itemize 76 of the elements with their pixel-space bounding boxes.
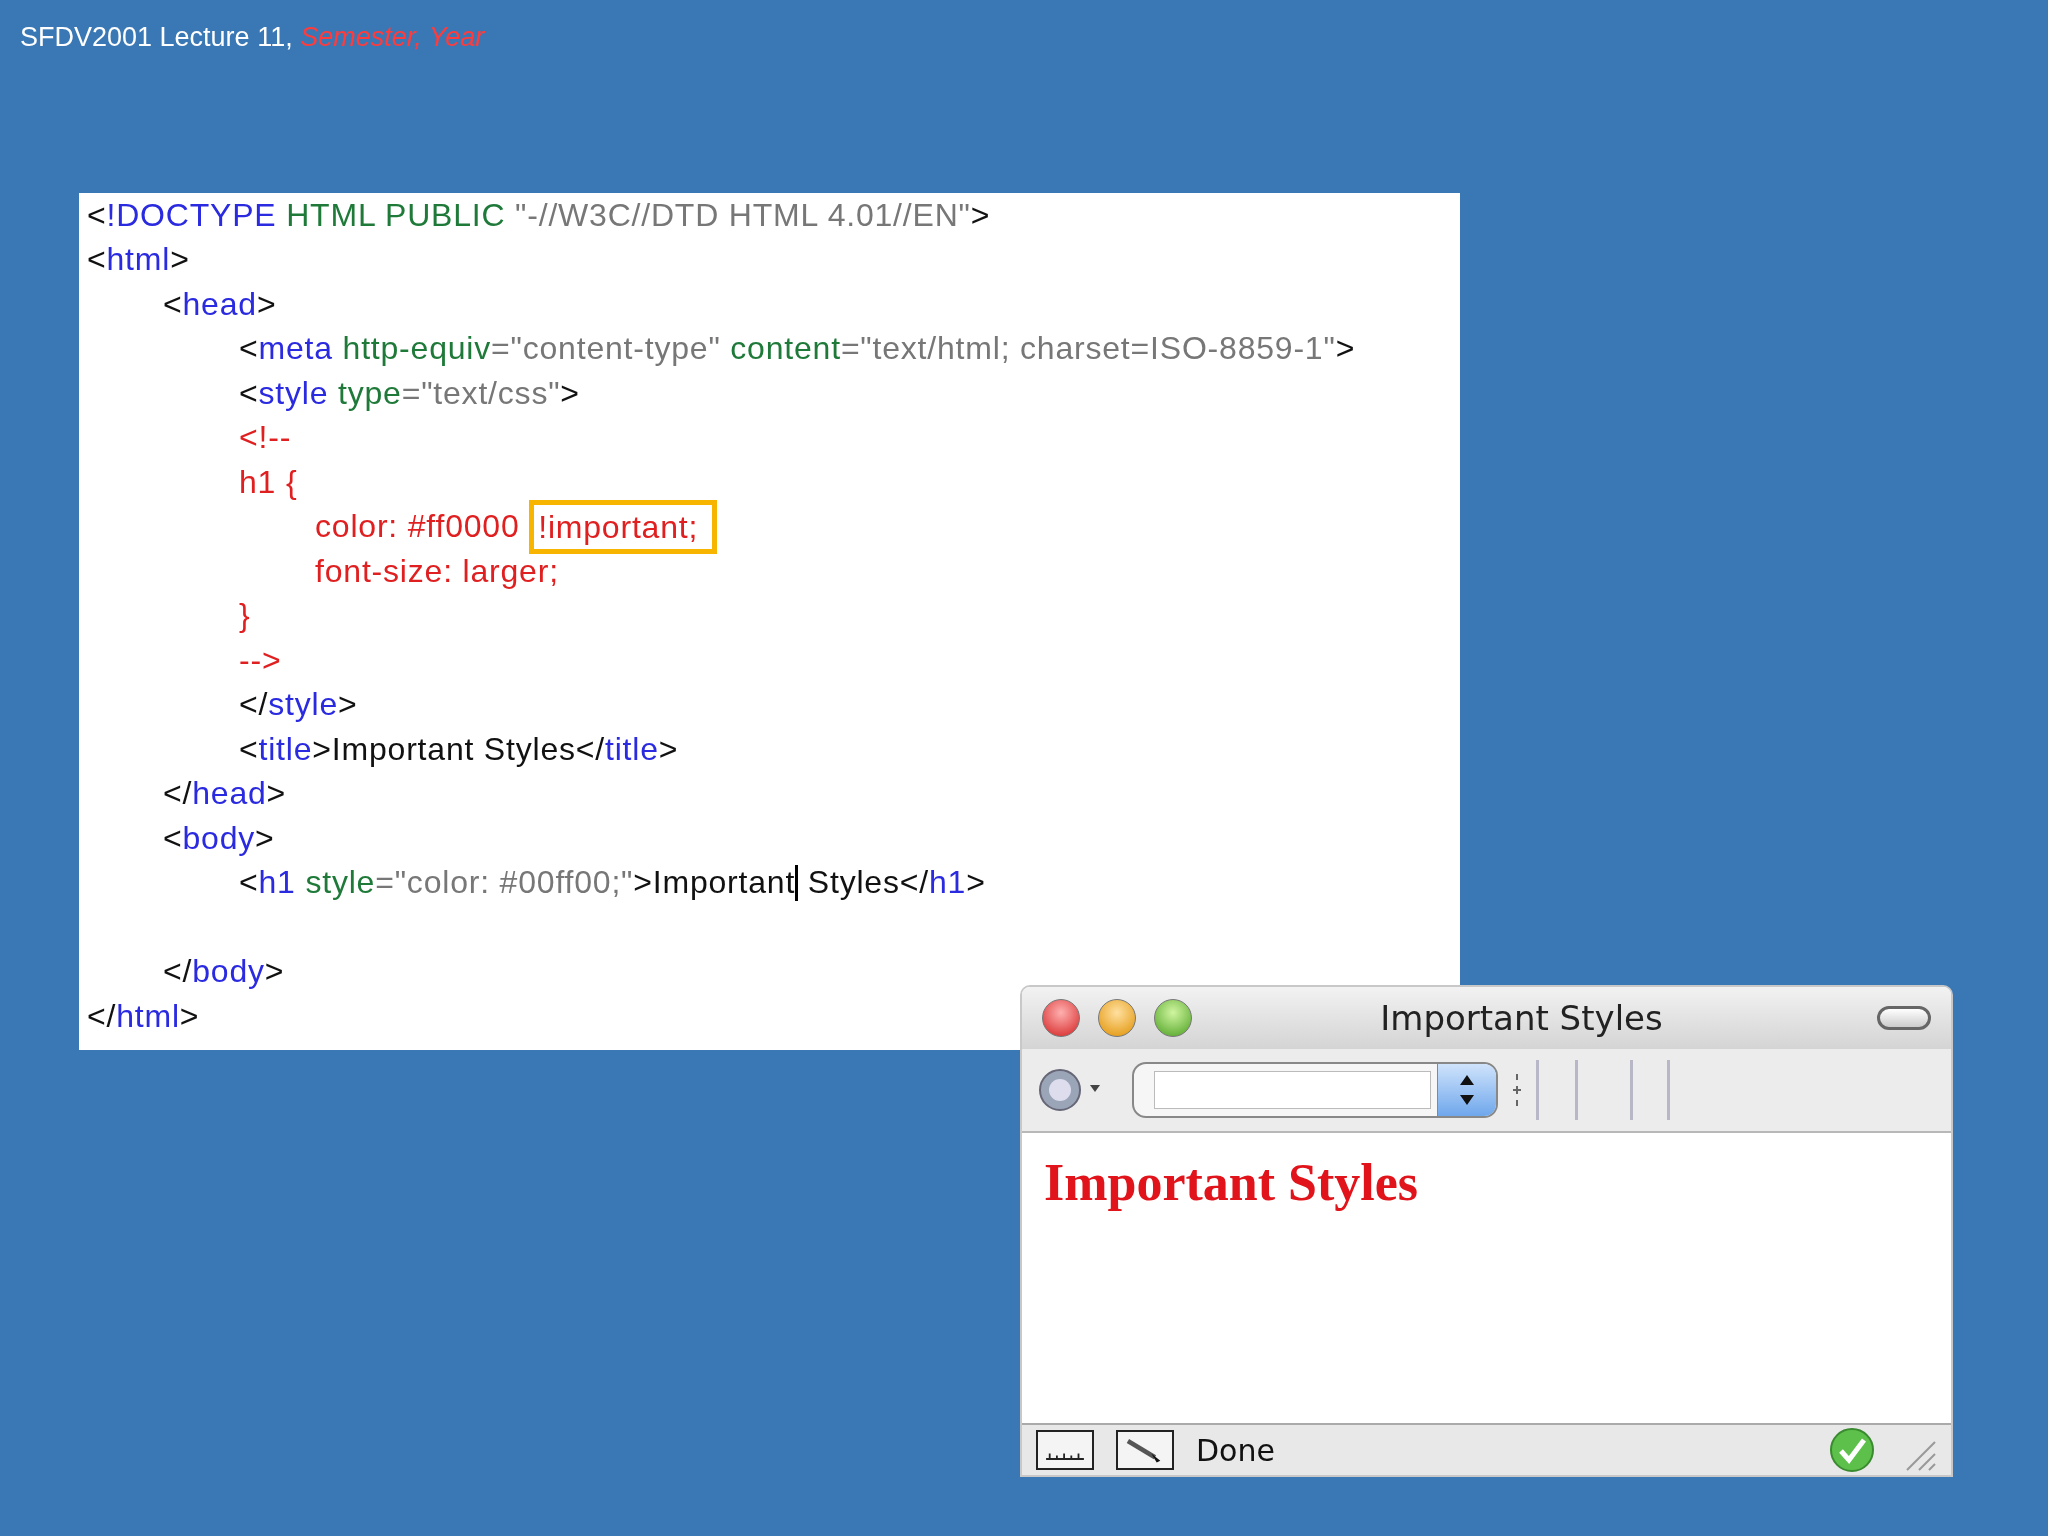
code-value: ="text/html; charset=ISO-8859-1" <box>840 330 1336 368</box>
code-attribute: HTML PUBLIC <box>285 196 507 234</box>
code-tag: style <box>258 374 329 412</box>
code-punctuation: > <box>338 686 358 724</box>
code-punctuation: < <box>163 285 183 323</box>
code-punctuation: > <box>266 775 287 813</box>
code-value: "-//W3C//DTD HTML 4.01//EN" <box>515 196 971 234</box>
eyedropper-icon[interactable] <box>1116 1430 1174 1470</box>
code-punctuation: > <box>256 285 277 323</box>
code-punctuation: < <box>239 864 259 902</box>
code-punctuation: > <box>970 196 991 234</box>
code-tag: title <box>258 730 313 768</box>
checkmark-icon <box>1829 1427 1875 1473</box>
search-field[interactable] <box>1132 1062 1498 1118</box>
code-punctuation: < <box>239 374 259 412</box>
code-punctuation: < <box>87 241 107 279</box>
code-punctuation: < <box>239 730 259 768</box>
code-tag: html <box>116 997 180 1035</box>
code-value: ="color: #00ff00;" <box>375 864 634 902</box>
code-punctuation: > <box>560 374 580 412</box>
code-punctuation: > <box>633 864 653 902</box>
code-attribute: http-equiv <box>341 330 492 368</box>
code-punctuation: > <box>966 864 986 902</box>
code-punctuation: > <box>658 730 679 768</box>
code-punctuation: > <box>179 997 200 1035</box>
code-tag: body <box>182 819 256 857</box>
stepper-arrows-icon <box>1457 1073 1477 1107</box>
code-tag: h1 <box>258 864 296 902</box>
code-tag: html <box>106 241 171 279</box>
code-punctuation: > <box>170 241 190 279</box>
highlighted-code: !important; <box>529 499 718 554</box>
code-tag: h1 <box>928 864 967 902</box>
toolbar-toggle-button[interactable] <box>1877 1006 1931 1030</box>
text-cursor <box>795 864 799 901</box>
minimize-button[interactable] <box>1098 999 1136 1037</box>
code-css: --> <box>239 641 282 679</box>
code-tag: !DOCTYPE <box>106 196 277 234</box>
code-text: Important <box>652 864 796 902</box>
code-tag: title <box>605 730 659 768</box>
code-punctuation: </ <box>899 864 929 902</box>
slide-header: SFDV2001 Lecture 11, Semester, Year <box>20 22 486 53</box>
code-punctuation: > <box>255 819 275 857</box>
code-punctuation: </ <box>163 953 193 991</box>
window-title: Important Styles <box>1379 998 1664 1038</box>
code-punctuation: </ <box>163 775 193 813</box>
code-punctuation: > <box>264 953 285 991</box>
code-tag: head <box>192 775 267 813</box>
code-text: Important Styles <box>331 730 576 768</box>
code-punctuation: < <box>163 819 183 857</box>
code-tag: body <box>192 953 265 991</box>
code-punctuation: < <box>87 196 107 234</box>
code-punctuation: </ <box>239 686 269 724</box>
code-punctuation: </ <box>575 730 605 768</box>
code-punctuation: </ <box>87 997 117 1035</box>
ruler-icon[interactable] <box>1036 1430 1094 1470</box>
code-attribute: style <box>304 864 376 902</box>
close-button[interactable] <box>1042 999 1080 1037</box>
code-punctuation: < <box>239 330 259 368</box>
code-value: ="content-type" <box>491 330 722 368</box>
code-punctuation: > <box>1335 330 1356 368</box>
code-punctuation: > <box>312 730 332 768</box>
code-tag: meta <box>258 330 333 368</box>
code-css: color: #ff0000 <box>315 508 521 546</box>
page-heading: Important Styles <box>1044 1153 1420 1212</box>
code-css: } <box>239 597 251 635</box>
code-attribute: content <box>730 330 841 368</box>
status-text: Done <box>1196 1432 1275 1468</box>
code-css: h1 { <box>239 463 298 501</box>
code-css: <!-- <box>239 419 292 457</box>
code-attribute: type <box>337 374 402 412</box>
code-text: Styles <box>806 864 900 902</box>
code-css: font-size: larger; <box>315 552 559 590</box>
code-tag: head <box>182 285 257 323</box>
code-value: ="text/css" <box>401 374 561 412</box>
code-tag: style <box>268 686 338 724</box>
zoom-button[interactable] <box>1154 999 1192 1037</box>
